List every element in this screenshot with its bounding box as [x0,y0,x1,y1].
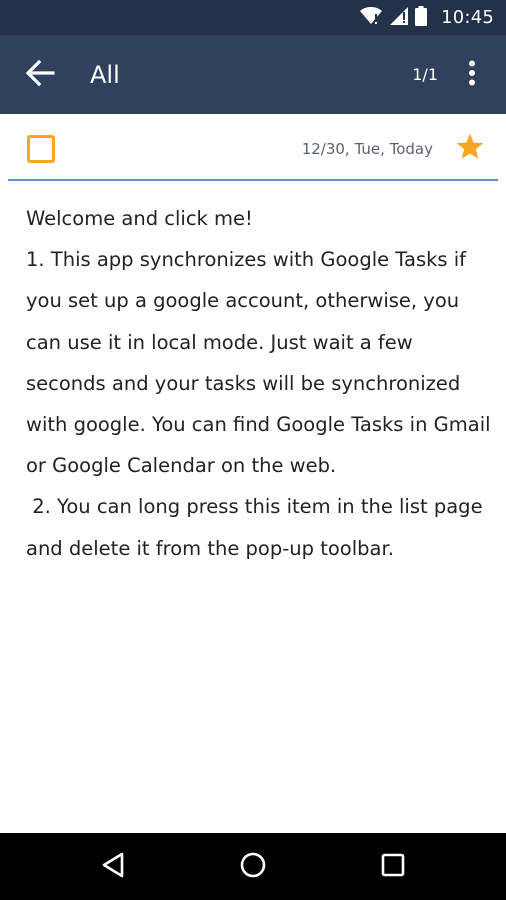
task-date: 12/30, Tue, Today [301,140,433,158]
battery-icon [415,5,428,30]
status-icons: 10:45 [359,0,494,35]
nav-home-button[interactable] [233,848,273,886]
star-button[interactable] [455,132,485,162]
back-button[interactable] [20,57,60,93]
nav-recents-icon [380,852,406,882]
nav-recents-button[interactable] [373,848,413,886]
task-body-line: Welcome and click me! [26,207,253,230]
wifi-icon [359,6,383,30]
overflow-menu-button[interactable] [458,57,486,93]
nav-home-icon [239,851,267,883]
more-vert-icon [468,60,476,90]
app-title: All [90,61,120,89]
status-time: 10:45 [441,7,494,28]
task-body-line: 1. This app synchronizes with Google Tas… [26,248,497,478]
divider [8,179,498,181]
nav-back-icon [100,851,126,883]
arrow-left-icon [25,59,55,90]
task-header: 12/30, Tue, Today [0,114,506,182]
page-counter: 1/1 [412,65,438,84]
task-checkbox[interactable] [27,135,55,163]
nav-bar [0,833,506,900]
status-bar: 10:45 [0,0,506,35]
task-body[interactable]: Welcome and click me! 1. This app synchr… [26,198,496,569]
cellular-signal-icon [389,6,409,30]
star-icon [455,133,485,166]
task-body-line: 2. You can long press this item in the l… [26,495,489,560]
nav-back-button[interactable] [93,848,133,886]
app-bar: All 1/1 [0,35,506,114]
